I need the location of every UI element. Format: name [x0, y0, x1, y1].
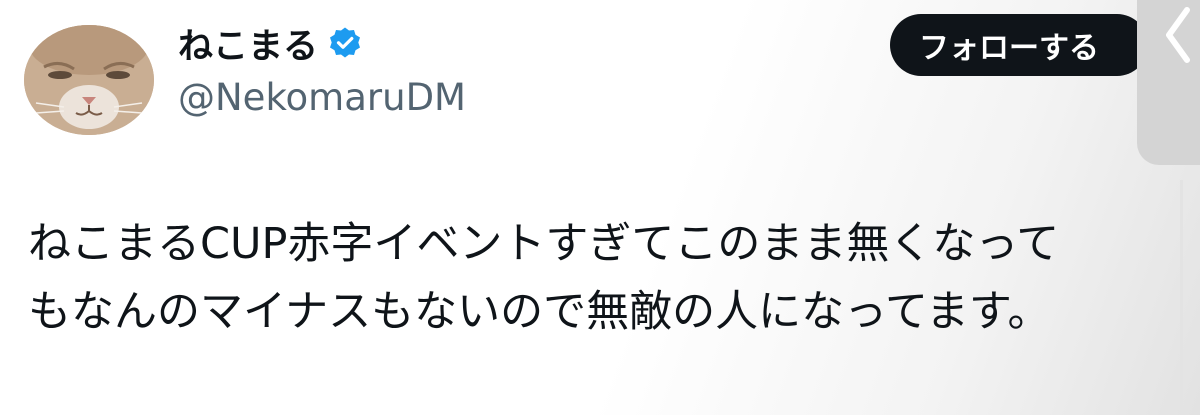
tweet-text: ねこまるCUP赤字イベントすぎてこのまま無くなって もなんのマイナスもないので無…: [28, 219, 1060, 337]
side-panel-handle[interactable]: [1137, 0, 1200, 165]
user-handle[interactable]: @NekomaruDM: [178, 76, 466, 119]
side-divider: [1180, 180, 1183, 415]
follow-button[interactable]: フォローする: [890, 14, 1148, 76]
follow-button-label: フォローする: [919, 31, 1099, 66]
verified-badge-icon: [330, 27, 361, 58]
avatar[interactable]: [24, 25, 154, 135]
display-name[interactable]: ねこまる: [178, 18, 318, 69]
chevron-left-icon[interactable]: [1159, 4, 1195, 66]
user-name-row[interactable]: ねこまる: [178, 18, 362, 69]
cat-avatar-icon: [24, 25, 154, 135]
